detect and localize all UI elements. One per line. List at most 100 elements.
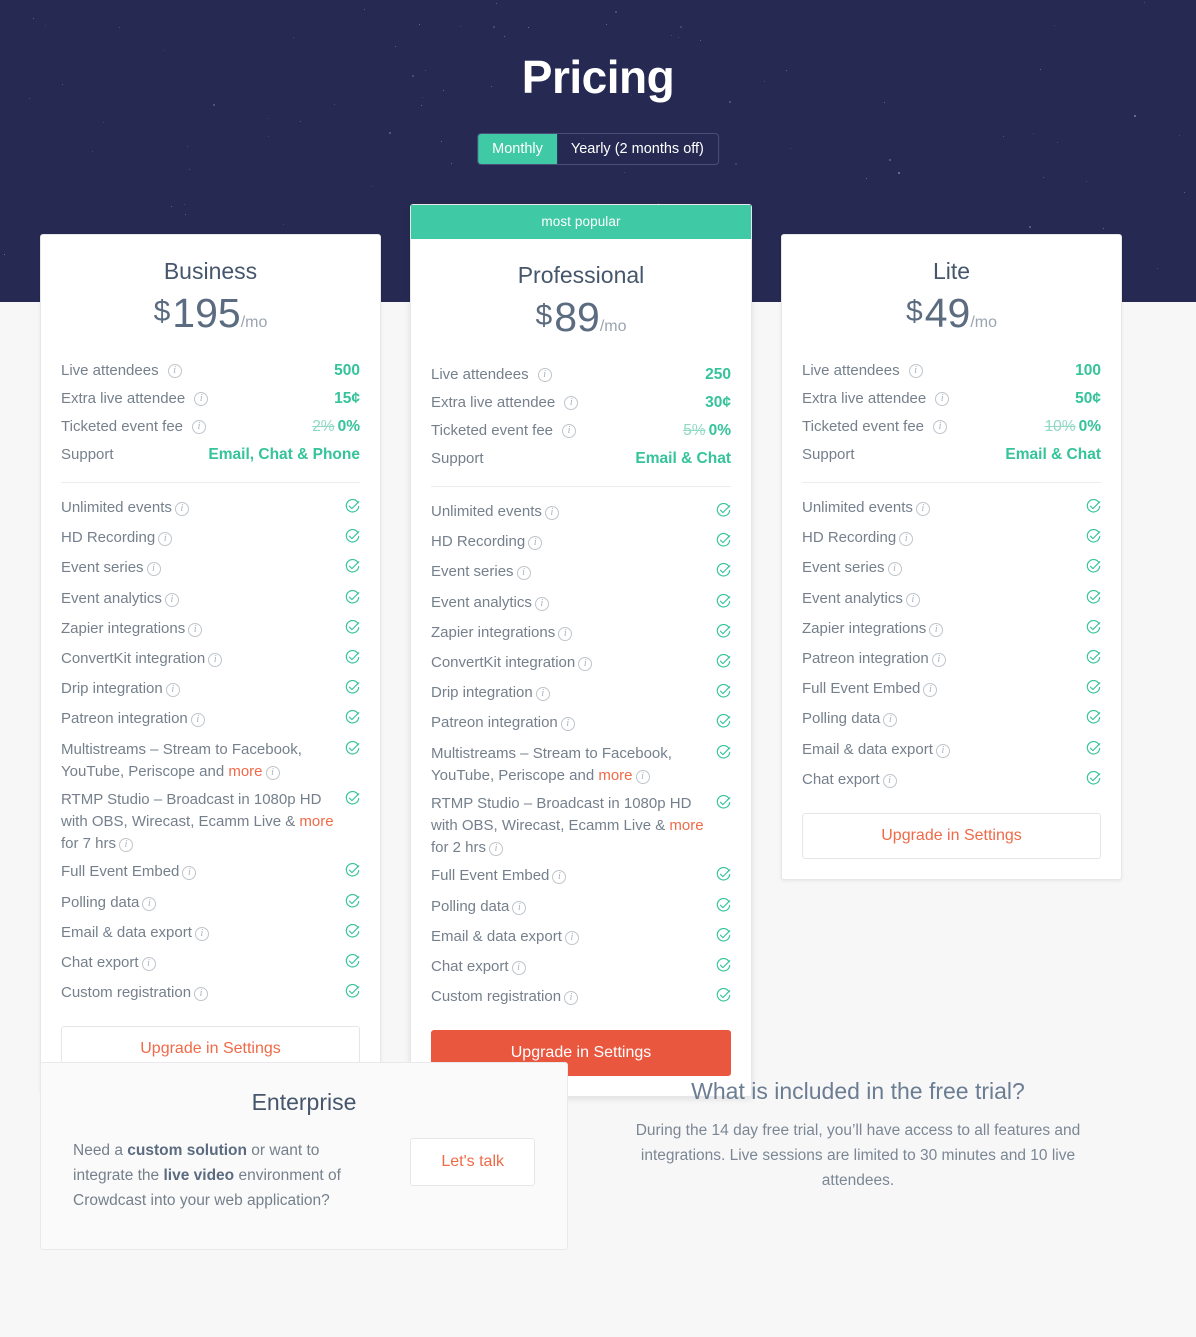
- spec-row: Live attendees i 500: [61, 357, 360, 385]
- info-icon-chat-export[interactable]: i: [882, 773, 897, 788]
- info-icon-hd-recording[interactable]: i: [899, 532, 914, 547]
- info-icon-polling-data[interactable]: i: [142, 896, 157, 911]
- info-icon-event-analytics[interactable]: i: [534, 596, 549, 611]
- spec-value-extra-live-attendee: 50¢: [1075, 390, 1101, 407]
- feature-included-check: [1086, 618, 1101, 642]
- feature-label-chat-export: Chat export i: [431, 956, 716, 978]
- most-popular-badge: most popular: [411, 205, 751, 239]
- toggle-option-monthly[interactable]: Monthly: [478, 134, 557, 164]
- info-icon-live-attendees[interactable]: i: [167, 363, 182, 378]
- info-icon-email-data-export[interactable]: i: [935, 743, 950, 758]
- feature-row: HD Recording i: [802, 524, 1101, 554]
- feature-included-check: [345, 982, 360, 1006]
- feature-label-event-analytics: Event analytics i: [61, 588, 345, 610]
- feature-included-check: [716, 896, 731, 920]
- info-icon-custom-registration[interactable]: i: [194, 987, 209, 1002]
- more-link[interactable]: more: [669, 817, 703, 834]
- info-icon-convertkit-integration[interactable]: i: [578, 656, 593, 671]
- info-icon-event-analytics[interactable]: i: [905, 592, 920, 607]
- feature-row: Full Event Embed i: [802, 675, 1101, 705]
- info-icon-patreon-integration[interactable]: i: [190, 713, 205, 728]
- info-icon-polling-data[interactable]: i: [512, 900, 527, 915]
- check-circle-icon: [345, 529, 360, 543]
- feature-row: Multistreams – Stream to Facebook, YouTu…: [61, 736, 360, 786]
- info-icon-extra-live-attendee[interactable]: i: [194, 391, 209, 406]
- feature-label-polling-data: Polling data i: [431, 896, 716, 918]
- info-icon-zapier-integrations[interactable]: i: [188, 622, 203, 637]
- info-icon-event-series[interactable]: i: [887, 562, 902, 577]
- info-icon-full-event-embed[interactable]: i: [182, 866, 197, 881]
- info-icon-convertkit-integration[interactable]: i: [208, 652, 223, 667]
- check-circle-icon: [1086, 710, 1101, 724]
- feature-row: Patreon integration i: [431, 709, 731, 739]
- plan-price-lite: $49/mo: [782, 285, 1121, 357]
- info-icon-email-data-export[interactable]: i: [564, 930, 579, 945]
- info-icon-zapier-integrations[interactable]: i: [929, 622, 944, 637]
- spec-label-support: Support: [802, 446, 855, 463]
- toggle-option-yearly[interactable]: Yearly (2 months off): [557, 134, 718, 164]
- feature-included-check: [1086, 678, 1101, 702]
- upgrade-button-lite[interactable]: Upgrade in Settings: [802, 812, 1101, 859]
- feature-label-custom-registration: Custom registration i: [431, 986, 716, 1008]
- info-icon-ticketed-event-fee[interactable]: i: [933, 419, 948, 434]
- feature-included-check: [716, 682, 731, 706]
- spec-row: Ticketed event fee i 2% 0%: [61, 413, 360, 441]
- info-icon-rtmp-studio-broadcast-in-1080p-hd-[interactable]: i: [489, 842, 504, 857]
- info-icon-event-series[interactable]: i: [146, 562, 161, 577]
- info-icon-chat-export[interactable]: i: [511, 961, 526, 975]
- info-icon-full-event-embed[interactable]: i: [552, 870, 567, 885]
- lets-talk-button[interactable]: Let's talk: [410, 1138, 535, 1186]
- info-icon-patreon-integration[interactable]: i: [931, 652, 946, 667]
- feature-label-unlimited-events: Unlimited events i: [61, 497, 345, 519]
- info-icon-chat-export[interactable]: i: [141, 957, 156, 971]
- more-link[interactable]: more: [598, 767, 632, 784]
- info-icon-event-series[interactable]: i: [516, 566, 531, 581]
- check-circle-icon: [345, 953, 360, 968]
- info-icon-unlimited-events[interactable]: i: [544, 506, 559, 520]
- info-icon-hd-recording[interactable]: i: [158, 532, 173, 547]
- feature-row: Event series i: [802, 554, 1101, 584]
- info-icon-drip-integration[interactable]: i: [165, 683, 180, 698]
- info-icon-live-attendees[interactable]: i: [537, 367, 552, 382]
- spec-row: Support Email, Chat & Phone: [61, 441, 360, 469]
- info-icon-live-attendees[interactable]: i: [908, 363, 923, 378]
- info-icon-extra-live-attendee[interactable]: i: [564, 395, 579, 410]
- check-circle-icon: [345, 559, 360, 573]
- pricing-card-professional: most popular Professional $89/mo Live atten…: [410, 204, 752, 1098]
- feature-row: RTMP Studio – Broadcast in 1080p HD with…: [61, 786, 360, 859]
- info-icon-unlimited-events[interactable]: i: [174, 502, 189, 516]
- feature-label-drip-integration: Drip integration i: [61, 678, 345, 700]
- billing-period-toggle[interactable]: Monthly Yearly (2 months off): [477, 133, 719, 165]
- more-link[interactable]: more: [228, 763, 262, 780]
- spec-value-extra-live-attendee: 15¢: [334, 390, 360, 407]
- info-icon-ticketed-event-fee[interactable]: i: [192, 419, 207, 434]
- feature-row: Multistreams – Stream to Facebook, YouTu…: [431, 740, 731, 790]
- feature-included-check: [716, 865, 731, 889]
- info-icon-zapier-integrations[interactable]: i: [558, 626, 573, 641]
- info-icon-patreon-integration[interactable]: i: [560, 717, 575, 732]
- feature-included-check: [716, 531, 731, 555]
- feature-label-polling-data: Polling data i: [61, 892, 345, 914]
- info-icon-multistreams-stream-to-facebook-yo[interactable]: i: [265, 765, 280, 780]
- info-icon-hd-recording[interactable]: i: [528, 536, 543, 551]
- info-icon-full-event-embed[interactable]: i: [923, 683, 938, 698]
- info-icon-ticketed-event-fee[interactable]: i: [562, 423, 577, 438]
- info-icon-custom-registration[interactable]: i: [564, 991, 579, 1006]
- enterprise-emphasis: live video: [163, 1167, 235, 1185]
- info-icon-event-analytics[interactable]: i: [164, 592, 179, 607]
- info-icon-polling-data[interactable]: i: [883, 713, 898, 728]
- check-circle-icon: [716, 714, 731, 728]
- feature-label-patreon-integration: Patreon integration i: [431, 712, 716, 734]
- more-link[interactable]: more: [299, 813, 333, 830]
- info-icon-multistreams-stream-to-facebook-yo[interactable]: i: [635, 769, 650, 784]
- info-icon-email-data-export[interactable]: i: [194, 926, 209, 941]
- info-icon-unlimited-events[interactable]: i: [915, 502, 930, 516]
- spec-row: Support Email & Chat: [431, 445, 731, 473]
- check-circle-icon: [1086, 559, 1101, 573]
- info-icon-rtmp-studio-broadcast-in-1080p-hd-[interactable]: i: [119, 838, 134, 853]
- feature-label-event-series: Event series i: [802, 557, 1086, 579]
- feature-included-check: [345, 618, 360, 642]
- info-icon-extra-live-attendee[interactable]: i: [935, 391, 950, 406]
- spec-label-ticketed-event-fee: Ticketed event fee i: [802, 418, 948, 435]
- info-icon-drip-integration[interactable]: i: [535, 687, 550, 702]
